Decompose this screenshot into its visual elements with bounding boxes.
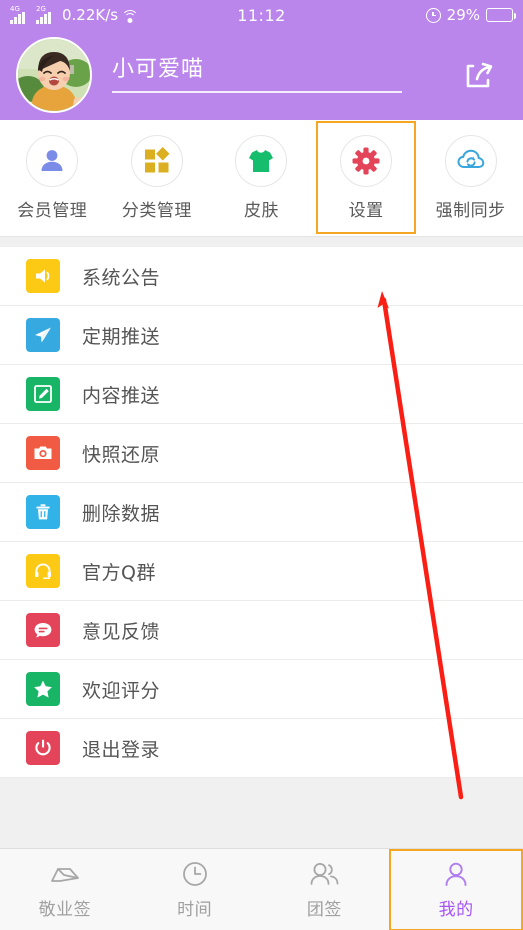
quick-action-member-management[interactable]: 会员管理	[2, 124, 102, 232]
headset-support-icon	[26, 554, 60, 588]
app-screen: 4G 2G 0.22K/s 11:12 29% 小可爱喵 会员管理 分类管理 皮…	[0, 0, 523, 930]
nav-tab-mine[interactable]: 我的	[389, 848, 523, 930]
person-icon	[41, 150, 63, 171]
menu-item-feedback[interactable]: 意见反馈	[0, 601, 523, 660]
menu-item-label: 内容推送	[82, 384, 161, 407]
profile-person-icon	[441, 860, 471, 890]
group-users-icon	[306, 860, 342, 890]
quick-action-icon-circle	[235, 135, 288, 187]
quick-action-label: 分类管理	[121, 201, 192, 221]
clock-icon	[180, 860, 210, 890]
avatar[interactable]	[16, 37, 92, 113]
quick-action-icon-circle	[130, 135, 183, 187]
quick-action-skin[interactable]: 皮肤	[211, 124, 311, 232]
menu-item-system-announcement[interactable]: 系统公告	[0, 247, 523, 306]
quick-action-label: 皮肤	[243, 201, 279, 221]
tshirt-skin-icon	[249, 150, 274, 172]
username-field[interactable]: 小可爱喵	[112, 55, 459, 95]
nav-tab-label: 时间	[177, 899, 213, 920]
menu-item-label: 官方Q群	[82, 561, 156, 584]
settings-menu-list: 系统公告 定期推送 内容推送 快照还原 删除数据 官方Q群 意见反馈 欢迎评分 …	[0, 247, 523, 778]
menu-item-label: 退出登录	[82, 738, 161, 761]
gear-settings-icon	[352, 147, 380, 174]
battery-icon	[486, 8, 516, 22]
nav-tab-label: 团签	[306, 899, 342, 920]
quick-action-category-management[interactable]: 分类管理	[107, 124, 207, 232]
quick-action-label: 会员管理	[17, 201, 88, 221]
speaker-announcement-icon	[26, 259, 60, 293]
edit-square-icon	[26, 377, 60, 411]
menu-item-label: 定期推送	[82, 325, 161, 348]
menu-item-logout[interactable]: 退出登录	[0, 719, 523, 778]
camera-snapshot-icon	[26, 436, 60, 470]
menu-item-scheduled-push[interactable]: 定期推送	[0, 306, 523, 365]
menu-item-content-push[interactable]: 内容推送	[0, 365, 523, 424]
nav-tab-team[interactable]: 团签	[260, 849, 390, 930]
power-logout-icon	[26, 731, 60, 765]
profile-header: 小可爱喵	[0, 30, 523, 120]
paper-plane-icon	[26, 318, 60, 352]
alarm-icon	[425, 7, 441, 23]
nav-tab-time[interactable]: 时间	[130, 849, 260, 930]
username-underline	[112, 91, 402, 93]
menu-item-official-qq-group[interactable]: 官方Q群	[0, 542, 523, 601]
quick-action-icon-circle	[444, 135, 497, 187]
trash-delete-icon	[26, 495, 60, 529]
username-text: 小可爱喵	[112, 57, 205, 83]
quick-action-icon-circle	[26, 135, 79, 187]
menu-item-label: 快照还原	[82, 443, 161, 466]
section-divider-band	[0, 237, 523, 247]
menu-item-label: 意见反馈	[82, 620, 161, 643]
menu-item-label: 删除数据	[82, 502, 161, 525]
battery-percent-text: 29%	[446, 6, 480, 24]
menu-item-delete-data[interactable]: 删除数据	[0, 483, 523, 542]
bottom-navigation-bar: 敬业签 时间 团签 我的	[0, 848, 523, 930]
user-avatar-photo	[18, 39, 90, 111]
nav-tab-label: 我的	[438, 899, 474, 920]
nav-tab-jingyeqian[interactable]: 敬业签	[0, 849, 130, 930]
chat-feedback-icon	[26, 613, 60, 647]
status-bar-right: 29%	[425, 6, 516, 24]
cloud-sync-icon	[457, 149, 484, 168]
note-icon	[48, 860, 82, 890]
grid-category-icon	[144, 147, 170, 173]
quick-action-force-sync[interactable]: 强制同步	[421, 124, 521, 232]
quick-action-icon-circle	[340, 134, 393, 187]
quick-action-settings[interactable]: 设置	[316, 121, 417, 234]
share-button[interactable]	[459, 55, 499, 95]
share-icon	[466, 62, 493, 88]
star-rating-icon	[26, 672, 60, 706]
nav-tab-label: 敬业签	[38, 899, 92, 920]
menu-item-snapshot-restore[interactable]: 快照还原	[0, 424, 523, 483]
quick-action-label: 设置	[348, 200, 384, 221]
quick-actions-bar: 会员管理 分类管理 皮肤 设置 强制同步	[0, 120, 523, 237]
page-filler	[0, 778, 523, 840]
menu-item-label: 系统公告	[82, 266, 161, 289]
status-bar: 4G 2G 0.22K/s 11:12 29%	[0, 0, 523, 30]
quick-action-label: 强制同步	[435, 201, 506, 221]
menu-item-label: 欢迎评分	[82, 679, 161, 702]
menu-item-rate-app[interactable]: 欢迎评分	[0, 660, 523, 719]
